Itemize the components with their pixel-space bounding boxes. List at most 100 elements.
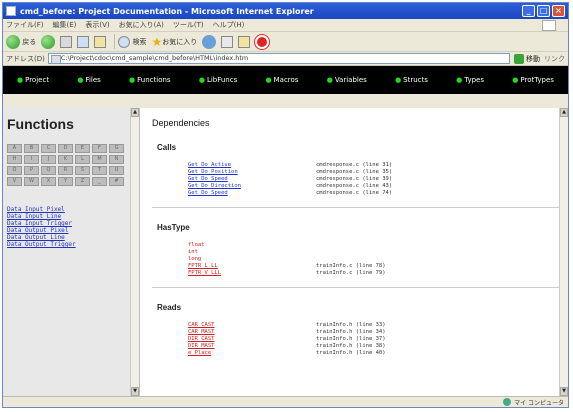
nav-variables[interactable]: ● Variables	[327, 76, 367, 84]
minimize-button[interactable]: _	[522, 5, 535, 17]
letter-link[interactable]: D	[58, 144, 73, 153]
right-scrollbar[interactable]: ▲ ▼	[559, 108, 568, 396]
home-button[interactable]	[94, 34, 107, 50]
nav-structs[interactable]: ● Structs	[395, 76, 428, 84]
function-link[interactable]: Data_Input_Line	[7, 213, 139, 220]
letter-link[interactable]: S	[75, 166, 90, 175]
dependency-link[interactable]: DIR_MAST	[188, 343, 316, 350]
scroll-down-icon[interactable]: ▼	[560, 387, 568, 396]
menu-help[interactable]: ヘルプ(H)	[213, 20, 245, 30]
scroll-down-icon[interactable]: ▼	[131, 387, 139, 396]
letter-link[interactable]: J	[41, 155, 56, 164]
letter-link[interactable]: Z	[75, 177, 90, 186]
dependency-link: int	[188, 249, 198, 255]
back-button[interactable]: 戻る	[6, 34, 36, 50]
function-link[interactable]: Data_Output_Pixel	[7, 227, 139, 234]
dependency-link[interactable]: e_Place	[188, 350, 316, 357]
links-button[interactable]: リンク	[544, 54, 565, 64]
mail-button[interactable]	[221, 34, 234, 50]
dependency-row: CAR_MAST trainInfo.h (line 34)	[188, 329, 568, 336]
address-label: アドレス(D)	[6, 54, 45, 63]
letter-link[interactable]: L	[75, 155, 90, 164]
favorites-button[interactable]: ★ お気に入り	[151, 34, 197, 50]
letter-link[interactable]: _	[92, 177, 107, 186]
search-button[interactable]: 検索	[118, 34, 146, 50]
dependency-link: long	[188, 256, 202, 262]
letter-link[interactable]: R	[58, 166, 73, 175]
edit-button[interactable]	[238, 34, 251, 50]
menu-favorites[interactable]: お気に入り(A)	[119, 20, 164, 30]
menu-tools[interactable]: ツール(T)	[173, 20, 204, 30]
dependency-link[interactable]: CAR_MAST	[188, 329, 316, 336]
zone-indicator: マイ コンピュータ	[503, 398, 564, 407]
letter-link[interactable]: O	[7, 166, 22, 175]
maximize-button[interactable]: □	[537, 5, 550, 17]
close-button[interactable]: ×	[552, 5, 565, 17]
function-link[interactable]: Data_Output_Trigger	[7, 241, 139, 248]
nav-functions[interactable]: ● Functions	[129, 76, 171, 84]
dependency-link[interactable]: Get_Do_Direction	[188, 183, 316, 190]
dependency-link[interactable]: DIR_CAST	[188, 336, 316, 343]
search-label: 検索	[132, 37, 147, 46]
letter-link[interactable]: W	[24, 177, 39, 186]
letter-link[interactable]: M	[92, 155, 107, 164]
letter-link[interactable]: A	[7, 144, 22, 153]
letter-link[interactable]: H	[7, 155, 22, 164]
dependency-row: Get_Do_Direction cmdresponse.c (line 43)	[188, 183, 568, 190]
nav-macros[interactable]: ● Macros	[266, 76, 299, 84]
nav-libfuncs[interactable]: ● LibFuncs	[199, 76, 237, 84]
letter-link[interactable]: V	[7, 177, 22, 186]
status-bar: マイ コンピュータ	[3, 396, 568, 407]
nav-files[interactable]: ● Files	[77, 76, 100, 84]
window-title: cmd_before: Project Documentation - Micr…	[20, 6, 314, 16]
letter-link[interactable]: #	[109, 177, 124, 186]
dependency-link[interactable]: Get_Do_Speed	[188, 190, 316, 197]
letter-link[interactable]: T	[92, 166, 107, 175]
letter-link[interactable]: U	[109, 166, 124, 175]
nav-prottypes[interactable]: ● ProtTypes	[512, 76, 554, 84]
back-label: 戻る	[22, 37, 37, 46]
letter-link[interactable]: Y	[58, 177, 73, 186]
left-scrollbar[interactable]: ▲ ▼	[130, 108, 139, 396]
star-icon: ★	[151, 34, 163, 49]
letter-link[interactable]: K	[58, 155, 73, 164]
dependency-link[interactable]: Get_Do_Active	[188, 162, 316, 169]
reads-heading: Reads	[157, 303, 182, 312]
history-button[interactable]	[202, 34, 217, 50]
menu-view[interactable]: 表示(V)	[85, 20, 109, 30]
menu-file[interactable]: ファイル(F)	[6, 20, 44, 30]
refresh-button[interactable]	[77, 34, 90, 50]
letter-link[interactable]: F	[92, 144, 107, 153]
dependency-link[interactable]: FPTR_L_LL	[188, 263, 316, 270]
letter-link[interactable]: B	[24, 144, 39, 153]
nav-types[interactable]: ● Types	[456, 76, 484, 84]
dependency-link[interactable]: Get_Do_Speed	[188, 176, 316, 183]
stop-red-button[interactable]	[255, 34, 270, 50]
go-button[interactable]: 移動	[514, 53, 540, 64]
letter-link[interactable]: E	[75, 144, 90, 153]
function-link[interactable]: Data_Input_Trigger	[7, 220, 139, 227]
function-link[interactable]: Data_Output_Line	[7, 234, 139, 241]
letter-link[interactable]: Q	[41, 166, 56, 175]
menu-edit[interactable]: 編集(E)	[53, 20, 77, 30]
letter-link[interactable]: C	[41, 144, 56, 153]
letter-link[interactable]: X	[41, 177, 56, 186]
home-icon	[94, 35, 107, 48]
dependency-row: Get_Do_Speed cmdresponse.c (line 39)	[188, 176, 568, 183]
dependency-link[interactable]: Get_Do_Position	[188, 169, 316, 176]
dependency-link[interactable]: CAR_CAST	[188, 322, 316, 329]
letter-link[interactable]: I	[24, 155, 39, 164]
dependency-link[interactable]: FPTR_V_LLL	[188, 270, 316, 277]
dependency-row: FPTR_L_LL trainInfo.c (line 78)	[188, 263, 568, 270]
dependency-row: Get_Do_Position cmdresponse.c (line 35)	[188, 169, 568, 176]
function-link[interactable]: Data_Input_Pixel	[7, 206, 139, 213]
stop-button[interactable]	[60, 34, 73, 50]
nav-project[interactable]: ● Project	[17, 76, 49, 84]
letter-link[interactable]: G	[109, 144, 124, 153]
letter-link[interactable]: N	[109, 155, 124, 164]
address-input[interactable]: C:\Project\cdoc\cmd_sample\cmd_before\HT…	[47, 53, 510, 64]
scroll-up-icon[interactable]: ▲	[560, 108, 568, 117]
forward-button[interactable]	[41, 34, 56, 50]
letter-link[interactable]: P	[24, 166, 39, 175]
scroll-up-icon[interactable]: ▲	[131, 108, 139, 117]
